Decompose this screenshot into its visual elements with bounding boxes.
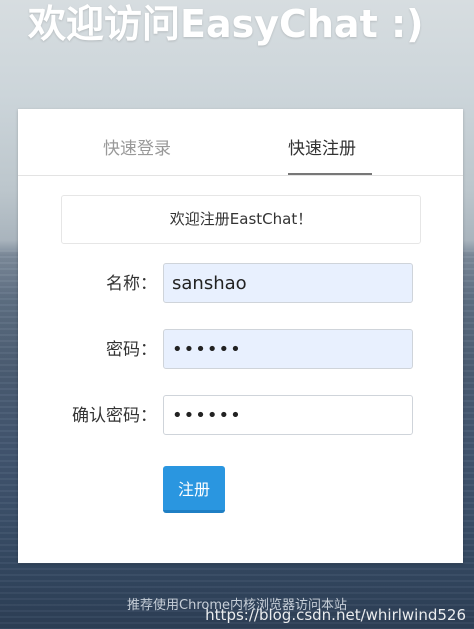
password-input[interactable] xyxy=(163,329,413,369)
active-tab-indicator xyxy=(288,173,372,175)
auth-tabs: 快速登录 快速注册 xyxy=(18,109,463,176)
register-card: 快速登录 快速注册 欢迎注册EastChat！ 名称： 密码： 确认密码： 注册 xyxy=(18,109,463,563)
confirm-password-row: 确认密码： xyxy=(18,395,463,437)
name-label: 名称： xyxy=(106,274,157,294)
welcome-message: 欢迎注册EastChat！ xyxy=(61,195,421,244)
name-input[interactable] xyxy=(163,263,413,303)
name-row: 名称： xyxy=(18,263,463,305)
confirm-password-label: 确认密码： xyxy=(72,406,157,426)
confirm-password-input[interactable] xyxy=(163,395,413,435)
register-button[interactable]: 注册 xyxy=(163,466,225,513)
password-row: 密码： xyxy=(18,329,463,371)
tab-quick-login[interactable]: 快速登录 xyxy=(103,137,171,161)
password-label: 密码： xyxy=(106,340,157,360)
tab-quick-register[interactable]: 快速注册 xyxy=(288,137,356,161)
csdn-watermark: https://blog.csdn.net/whirlwind526 xyxy=(205,606,466,624)
page-title: 欢迎访问EasyChat :) xyxy=(28,2,424,46)
